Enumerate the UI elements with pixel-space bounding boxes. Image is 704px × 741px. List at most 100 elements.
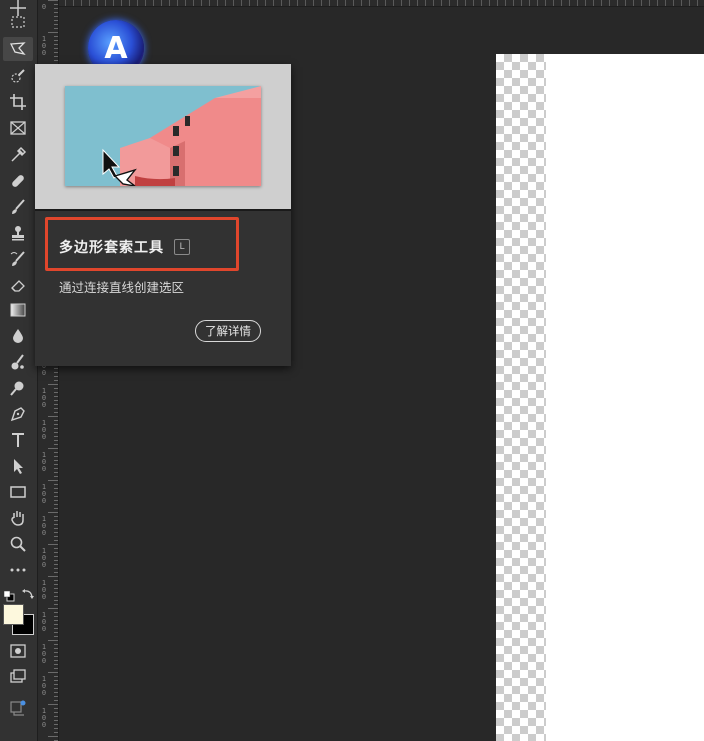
ruler-tick <box>54 568 58 569</box>
ruler-tick <box>54 444 58 445</box>
ruler-tick <box>54 508 58 509</box>
rectangle-icon <box>10 486 26 498</box>
tooltip-shortcut-key: L <box>174 239 190 255</box>
ruler-tick <box>54 456 58 457</box>
dodge-tool[interactable] <box>3 376 33 400</box>
rectangle-tool[interactable] <box>3 480 33 504</box>
eraser-tool[interactable] <box>3 273 33 297</box>
polygonal-lasso-tool[interactable] <box>3 37 33 61</box>
ruler-tick <box>54 680 58 681</box>
ruler-tick <box>48 640 58 641</box>
ruler-tick <box>48 480 58 481</box>
ruler-tick <box>54 632 58 633</box>
ruler-tick <box>48 736 58 737</box>
ruler-tick <box>54 44 58 45</box>
ruler-tick <box>54 424 58 425</box>
ruler-tick <box>54 564 58 565</box>
ruler-tick <box>54 692 58 693</box>
frame-tool[interactable] <box>3 116 33 140</box>
brush-icon <box>12 199 25 214</box>
ruler-tick <box>54 368 58 369</box>
screen-mode-button[interactable] <box>3 665 33 689</box>
ruler-tick <box>54 592 58 593</box>
eyedropper-tool[interactable] <box>3 143 33 167</box>
ruler-tick <box>54 12 58 13</box>
swap-colors-button[interactable] <box>21 586 35 600</box>
ruler-tick <box>54 624 58 625</box>
ruler-tick <box>54 504 58 505</box>
quick-mask-button[interactable] <box>3 639 33 663</box>
share-button[interactable] <box>3 695 33 719</box>
ruler-tick <box>54 580 58 581</box>
stamp-icon <box>12 226 24 241</box>
history-brush-tool[interactable] <box>3 247 33 271</box>
ruler-label: 100 <box>41 579 47 601</box>
ruler-tick <box>54 724 58 725</box>
ruler-tick <box>54 460 58 461</box>
document-canvas-white[interactable] <box>546 54 704 741</box>
pen-icon <box>10 407 25 422</box>
ruler-tick <box>54 472 58 473</box>
ruler-tick <box>54 468 58 469</box>
ruler-tick <box>54 464 58 465</box>
ruler-tick <box>54 16 58 17</box>
ruler-tick <box>54 476 58 477</box>
ruler-tick <box>54 496 58 497</box>
ruler-tick <box>54 400 58 401</box>
gradient-tool[interactable] <box>3 298 33 322</box>
default-colors-icon <box>3 590 15 602</box>
ruler-tick <box>54 404 58 405</box>
ruler-tick <box>48 672 58 673</box>
crop-icon <box>10 94 26 110</box>
ruler-label: 100 <box>41 515 47 537</box>
ruler-tick <box>54 492 58 493</box>
ruler-tick <box>54 712 58 713</box>
ruler-tick <box>54 700 58 701</box>
blur-tool[interactable] <box>3 324 33 348</box>
ruler-tick <box>54 48 58 49</box>
ruler-tick <box>54 604 58 605</box>
ruler-tick <box>54 52 58 53</box>
ruler-tick <box>54 620 58 621</box>
crop-tool[interactable] <box>3 90 33 114</box>
ruler-tick <box>54 20 58 21</box>
ruler-tick <box>54 536 58 537</box>
hand-tool[interactable] <box>3 506 33 530</box>
ruler-tick <box>54 524 58 525</box>
more-tools[interactable] <box>3 558 33 582</box>
pen-tool[interactable] <box>3 402 33 426</box>
type-tool[interactable] <box>3 428 33 452</box>
ruler-tick <box>54 648 58 649</box>
smudge-tool[interactable] <box>3 350 33 374</box>
tooltip-title: 多边形套索工具 <box>59 240 164 256</box>
ruler-tick <box>54 584 58 585</box>
quick-selection-icon <box>11 69 25 83</box>
ruler-tick <box>48 448 58 449</box>
ruler-tick <box>54 696 58 697</box>
ruler-tick <box>54 432 58 433</box>
ruler-tick <box>54 60 58 61</box>
clone-stamp-tool[interactable] <box>3 221 33 245</box>
tooltip-title-row: 多边形套索工具 L <box>59 235 190 259</box>
ruler-tick <box>54 652 58 653</box>
path-selection-tool[interactable] <box>3 454 33 478</box>
spot-healing-tool[interactable] <box>3 169 33 193</box>
rectangular-marquee-tool[interactable] <box>3 10 33 34</box>
frame-icon <box>10 121 26 135</box>
ruler-tick <box>54 380 58 381</box>
foreground-color-swatch[interactable] <box>3 604 24 625</box>
default-colors-button[interactable] <box>3 587 15 602</box>
ruler-tick <box>54 548 58 549</box>
ruler-tick <box>54 676 58 677</box>
ruler-tick <box>54 412 58 413</box>
quick-selection-tool[interactable] <box>3 64 33 88</box>
learn-more-button[interactable]: 了解详情 <box>195 320 261 342</box>
marquee-icon <box>11 16 25 28</box>
zoom-tool[interactable] <box>3 532 33 556</box>
ruler-tick <box>54 56 58 57</box>
brush-tool[interactable] <box>3 195 33 219</box>
swap-arrow-icon <box>22 589 34 599</box>
ruler-tick <box>54 28 58 29</box>
polygonal-lasso-icon <box>9 42 26 56</box>
preview-image <box>65 86 261 186</box>
